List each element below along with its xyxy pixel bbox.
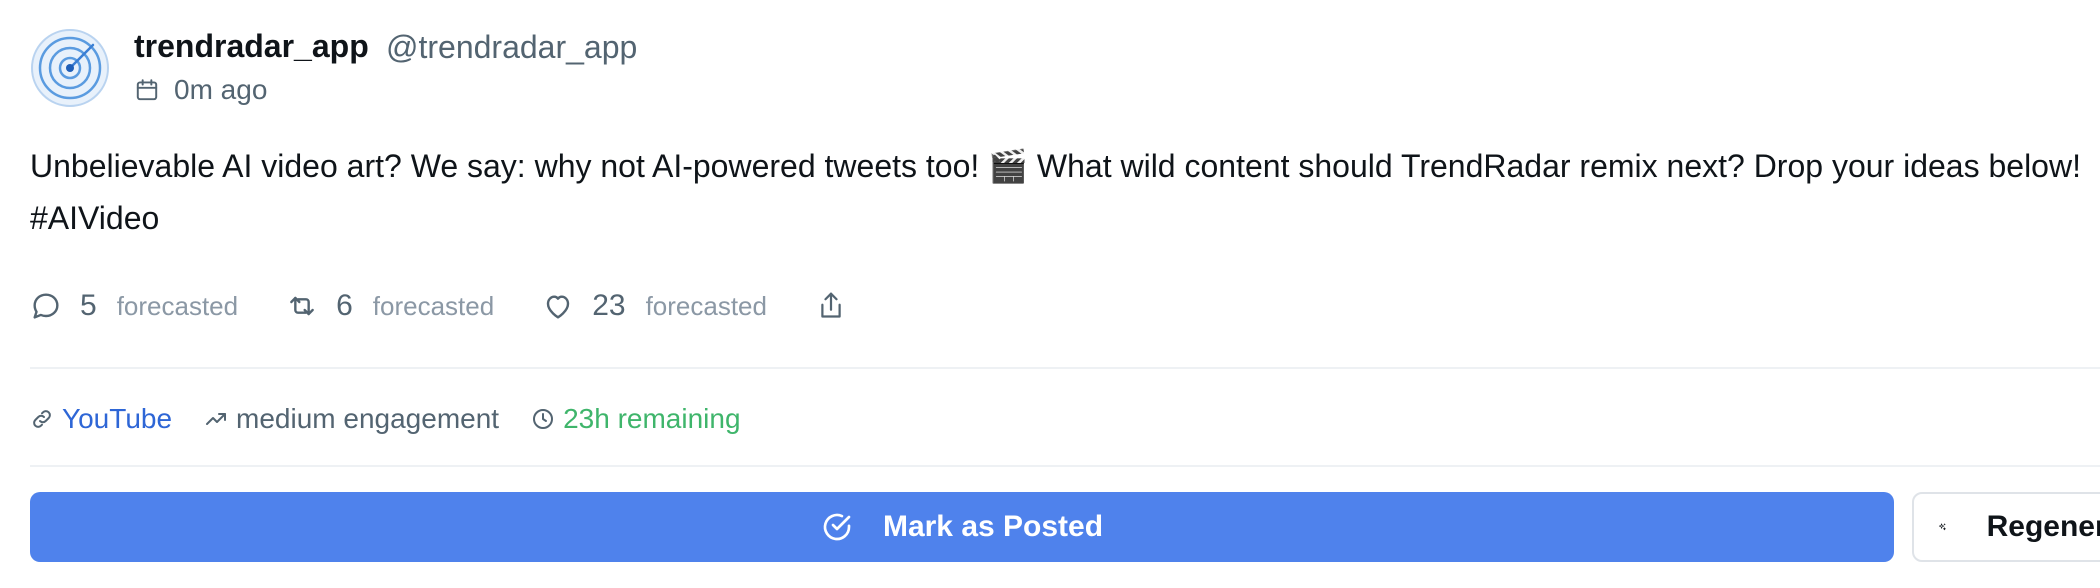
link-icon <box>33 410 51 428</box>
time-text: 0m ago <box>174 74 268 105</box>
author-handle[interactable]: @trendradar_app <box>386 29 637 66</box>
tweet-card: trendradar_app @trendradar_app 0m ago Un… <box>0 0 2100 588</box>
share-icon <box>821 292 841 318</box>
avatar[interactable] <box>30 28 110 108</box>
reply-count: 5 <box>80 289 97 322</box>
post-time: 0m ago <box>134 74 267 106</box>
source-label[interactable]: YouTube <box>62 403 172 435</box>
author-name[interactable]: trendradar_app <box>134 28 369 65</box>
retweet-icon <box>290 296 314 316</box>
like-count: 23 <box>592 289 626 322</box>
sparkles-icon <box>1938 523 1946 531</box>
share-button[interactable] <box>815 290 865 322</box>
tweet-line-1: Unbelievable AI video art? We say: why n… <box>30 148 2081 184</box>
mark-as-posted-button[interactable]: Mark as Posted <box>30 492 1894 562</box>
heart-icon <box>546 295 570 319</box>
retweet-metric[interactable]: 6 forecasted <box>286 289 494 323</box>
trending-up-icon <box>206 413 227 425</box>
like-metric[interactable]: 23 forecasted <box>542 289 767 323</box>
regenerate-label: Regenerate <box>1986 510 2100 543</box>
tweet-hashtag[interactable]: #AIVideo <box>30 192 2100 244</box>
retweet-count: 6 <box>336 289 353 322</box>
reply-metric[interactable]: 5 forecasted <box>30 289 238 323</box>
calendar-icon <box>136 79 158 101</box>
reply-label: forecasted <box>116 290 239 321</box>
regenerate-button[interactable]: Regenerate <box>1912 492 2100 562</box>
engagement-label: medium engagement <box>236 403 500 434</box>
source-link[interactable]: YouTube <box>30 403 172 435</box>
meta-row: YouTube medium engagement 23h remaining <box>30 397 773 441</box>
reply-icon <box>33 293 59 319</box>
engagement-level: medium engagement <box>204 403 499 435</box>
clock-icon <box>533 409 554 429</box>
tweet-text: Unbelievable AI video art? We say: why n… <box>30 140 2100 244</box>
mark-as-posted-label: Mark as Posted <box>882 510 1104 543</box>
divider <box>30 367 2100 369</box>
time-remaining: 23h remaining <box>531 403 741 435</box>
retweet-label: forecasted <box>372 290 495 321</box>
divider <box>30 465 2100 467</box>
radar-icon <box>31 29 109 107</box>
check-circle-icon <box>823 513 851 541</box>
like-label: forecasted <box>645 290 767 321</box>
engagement-metrics: 5 forecasted 6 forecasted 23 forecasted <box>30 284 913 328</box>
remaining-label: 23h remaining <box>563 403 741 434</box>
